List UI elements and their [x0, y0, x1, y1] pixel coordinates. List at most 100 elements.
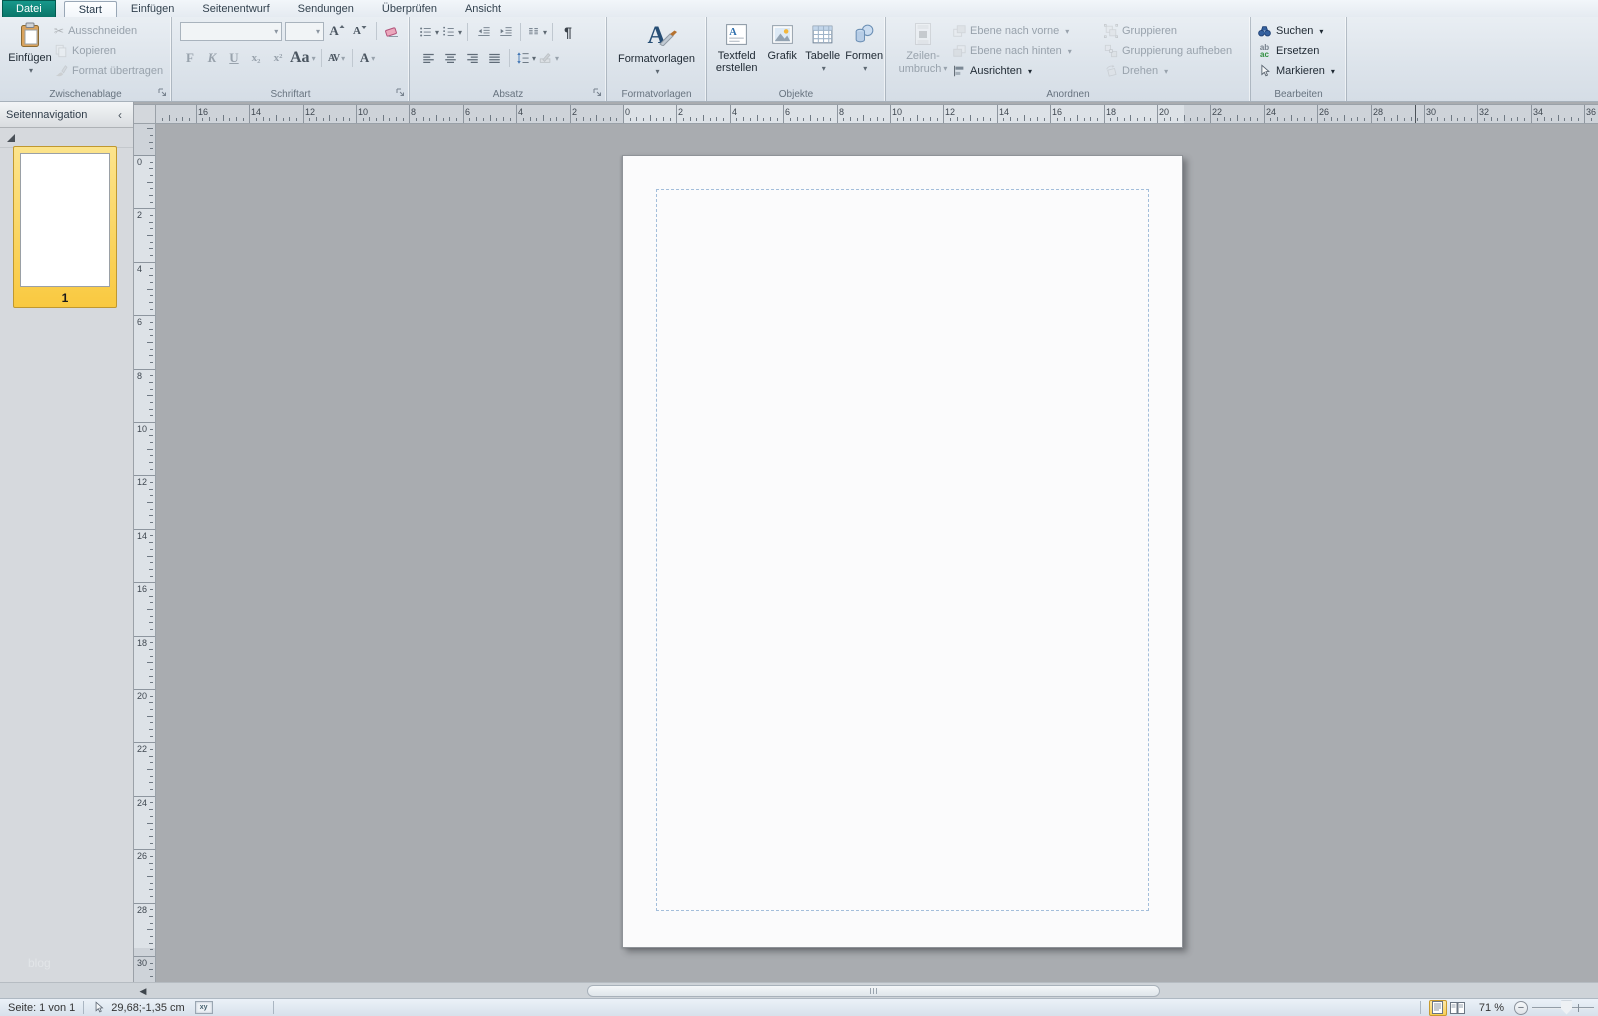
- scroll-left-arrow-icon[interactable]: [137, 985, 149, 997]
- increase-indent-button[interactable]: [495, 22, 515, 42]
- tab-einfuegen[interactable]: Einfügen: [117, 1, 188, 17]
- format-painter-button[interactable]: Format übertragen: [54, 61, 163, 81]
- horizontal-ruler[interactable]: 1614121086420246810121416182022242628303…: [156, 104, 1598, 124]
- align-right-button[interactable]: [462, 48, 482, 68]
- horizontal-scrollbar-thumb[interactable]: [587, 985, 1160, 997]
- dialog-launcher-font[interactable]: [395, 87, 407, 99]
- draw-textbox-button[interactable]: A Textfeld erstellen: [711, 19, 762, 83]
- tab-sendungen[interactable]: Sendungen: [284, 1, 368, 17]
- tab-ansicht[interactable]: Ansicht: [451, 1, 515, 17]
- align-left-icon: [421, 51, 436, 65]
- font-name-combobox[interactable]: [180, 22, 282, 41]
- ribbon-group-font: A A F K U x₂: [172, 17, 410, 101]
- align-center-icon: [443, 51, 458, 65]
- clear-formatting-button[interactable]: [383, 21, 403, 41]
- table-icon: [810, 22, 835, 47]
- justify-button[interactable]: [484, 48, 504, 68]
- collapse-panel-button[interactable]: ‹: [113, 108, 127, 122]
- styles-dropdown-arrow-icon[interactable]: [653, 65, 659, 78]
- styles-button[interactable]: A Formatvorlagen: [611, 19, 703, 83]
- document-canvas[interactable]: [156, 124, 1598, 982]
- font-color-button[interactable]: A: [358, 48, 378, 68]
- select-button[interactable]: Markieren: [1257, 61, 1346, 81]
- tab-seitenentwurf[interactable]: Seitenentwurf: [188, 1, 283, 17]
- page-indicator[interactable]: Seite: 1 von 1: [8, 1002, 75, 1014]
- paste-dropdown-arrow-icon[interactable]: [27, 64, 33, 77]
- watermark-text: blog: [28, 956, 51, 970]
- table-dropdown-arrow-icon[interactable]: [820, 62, 826, 75]
- zoom-slider[interactable]: [1532, 1007, 1594, 1009]
- status-bar: Seite: 1 von 1 29,68;-1,35 cm xy 71 %: [0, 998, 1598, 1016]
- bring-forward-button[interactable]: Ebene nach vorne: [952, 21, 1104, 41]
- page-thumbnail-number: 1: [14, 291, 116, 305]
- insert-shapes-button[interactable]: Formen: [843, 19, 885, 83]
- bullets-button[interactable]: [418, 22, 439, 42]
- group-objects-icon: [1104, 24, 1118, 38]
- dialog-launcher-paragraph[interactable]: [592, 87, 604, 99]
- subscript-button[interactable]: x₂: [246, 48, 266, 68]
- ribbon-group-clipboard: Einfügen ✂ Ausschneiden Kopieren: [0, 17, 172, 101]
- object-size-icon[interactable]: xy: [195, 1001, 213, 1014]
- group-label-clipboard: Zwischenablage: [49, 89, 121, 100]
- font-size-combobox[interactable]: [285, 22, 324, 41]
- shrink-font-button[interactable]: A: [350, 21, 370, 41]
- copy-button[interactable]: Kopieren: [54, 41, 163, 61]
- bold-button[interactable]: F: [180, 48, 200, 68]
- ribbon: Einfügen ✂ Ausschneiden Kopieren: [0, 17, 1598, 102]
- shrink-caret-icon: [361, 24, 367, 30]
- cut-button[interactable]: ✂ Ausschneiden: [54, 21, 163, 41]
- superscript-button[interactable]: x²: [268, 48, 288, 68]
- wrap-text-icon: [912, 22, 934, 47]
- columns-button[interactable]: [526, 22, 547, 42]
- eraser-icon: [385, 24, 401, 38]
- ruler-corner-box: [134, 104, 156, 124]
- line-spacing-button[interactable]: [515, 48, 536, 68]
- character-spacing-button[interactable]: AV: [327, 48, 347, 68]
- numbering-button[interactable]: [441, 22, 462, 42]
- horizontal-scrollbar[interactable]: [0, 982, 1598, 998]
- copy-icon: [54, 44, 68, 58]
- find-button[interactable]: Suchen: [1257, 21, 1346, 41]
- zoom-100-tick: [1578, 1004, 1579, 1012]
- scissors-icon: ✂: [54, 24, 64, 38]
- align-left-button[interactable]: [418, 48, 438, 68]
- italic-button[interactable]: K: [202, 48, 222, 68]
- group-label-font: Schriftart: [270, 89, 310, 100]
- vertical-ruler[interactable]: 024681012141618202224262830: [134, 124, 156, 982]
- align-center-button[interactable]: [440, 48, 460, 68]
- zoom-level[interactable]: 71 %: [1479, 1002, 1504, 1014]
- decrease-indent-button[interactable]: [473, 22, 493, 42]
- insert-table-button[interactable]: Tabelle: [802, 19, 844, 83]
- single-page-view-icon: [1432, 1001, 1443, 1014]
- two-page-view-button[interactable]: [1449, 1000, 1467, 1016]
- tab-start[interactable]: Start: [64, 1, 117, 17]
- underline-button[interactable]: U: [224, 48, 244, 68]
- ungroup-button[interactable]: Gruppierung aufheben: [1104, 41, 1232, 61]
- tab-datei[interactable]: Datei: [2, 0, 56, 17]
- show-paragraph-marks-button[interactable]: ¶: [558, 22, 578, 42]
- paste-button[interactable]: Einfügen: [6, 19, 54, 83]
- publication-page[interactable]: [622, 155, 1183, 948]
- grow-font-button[interactable]: A: [327, 21, 347, 41]
- zoom-out-button[interactable]: [1514, 1001, 1528, 1015]
- page-thumbnail-preview: [20, 153, 110, 287]
- shapes-dropdown-arrow-icon[interactable]: [861, 62, 867, 75]
- insert-picture-button[interactable]: Grafik: [762, 19, 802, 83]
- binoculars-icon: [1257, 24, 1272, 38]
- cursor-coordinates[interactable]: 29,68;-1,35 cm: [111, 1002, 184, 1014]
- change-case-button[interactable]: Aa: [290, 48, 316, 68]
- wrap-text-button[interactable]: Zeilen- umbruch: [894, 19, 952, 83]
- single-page-view-button[interactable]: [1429, 1000, 1447, 1016]
- replace-button[interactable]: ab ac Ersetzen: [1257, 41, 1346, 61]
- tab-ueberpruefen[interactable]: Überprüfen: [368, 1, 451, 17]
- border-shading-button[interactable]: [538, 48, 559, 68]
- group-label-styles: Formatvorlagen: [621, 89, 691, 100]
- group-button[interactable]: Gruppieren: [1104, 21, 1232, 41]
- expand-pages-icon[interactable]: [7, 134, 15, 142]
- zoom-slider-handle[interactable]: [1561, 1001, 1572, 1015]
- send-backward-button[interactable]: Ebene nach hinten: [952, 41, 1104, 61]
- align-objects-button[interactable]: Ausrichten: [952, 61, 1104, 81]
- rotate-button[interactable]: Drehen: [1104, 61, 1232, 81]
- page-thumbnail-1[interactable]: 1: [13, 146, 117, 308]
- dialog-launcher-clipboard[interactable]: [157, 87, 169, 99]
